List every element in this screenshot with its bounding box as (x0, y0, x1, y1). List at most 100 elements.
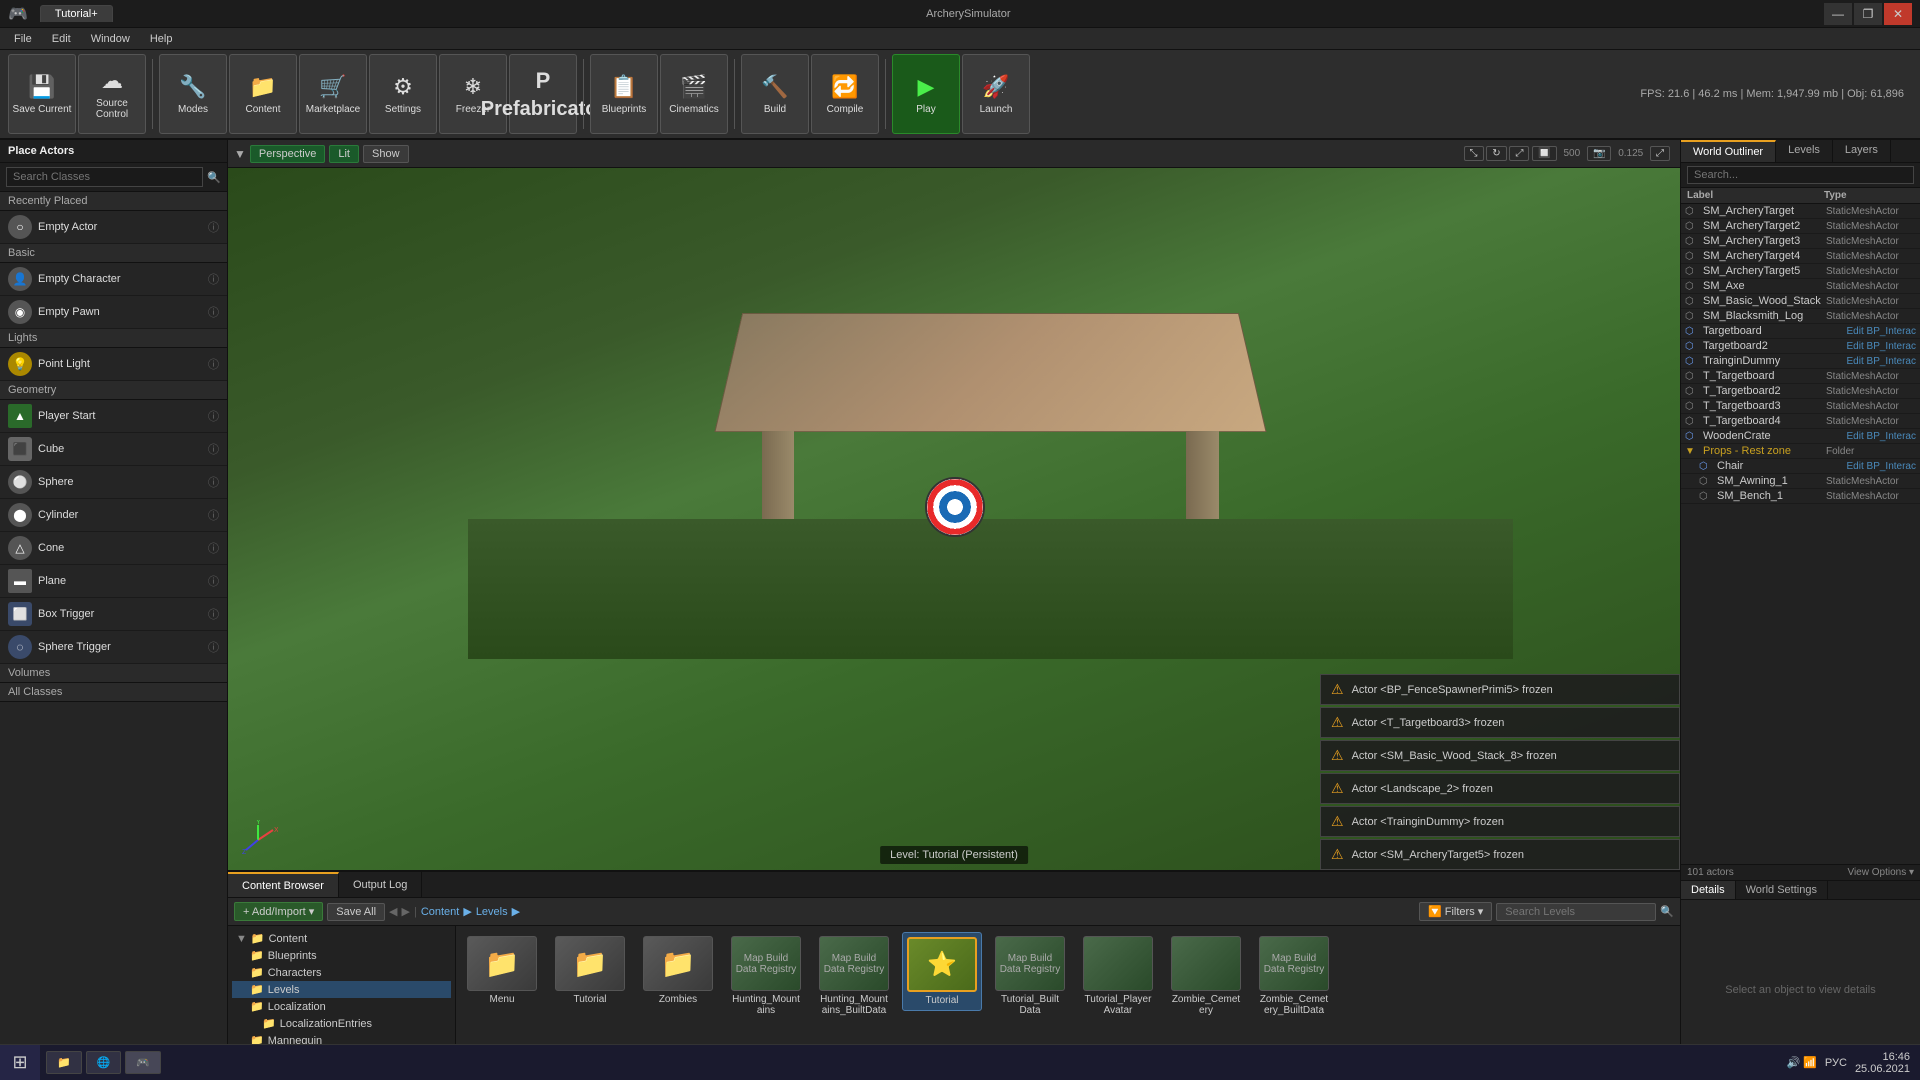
actor-empty-pawn[interactable]: ◉ Empty Pawn ⓘ (0, 296, 227, 329)
marketplace-button[interactable]: 🛒 Marketplace (299, 54, 367, 134)
outliner-targetboard2[interactable]: ⬡ Targetboard2 Edit BP_Interac (1681, 339, 1920, 354)
compile-button[interactable]: 🔁 Compile (811, 54, 879, 134)
actor-empty-actor[interactable]: ○ Empty Actor ⓘ (0, 211, 227, 244)
content-button[interactable]: 📁 Content (229, 54, 297, 134)
tree-localization-entries[interactable]: 📁 LocalizationEntries (232, 1015, 451, 1032)
start-button[interactable]: ⊞ (0, 1045, 40, 1080)
outliner-t-targetboard3[interactable]: ⬡ T_Targetboard3 StaticMeshActor (1681, 399, 1920, 414)
tree-levels[interactable]: 📁 Levels (232, 981, 451, 998)
asset-tutorial-built-data[interactable]: Map BuildData Registry Tutorial_Built Da… (990, 932, 1070, 1020)
asset-zombie-cemetery-builtdata[interactable]: Map BuildData Registry Zombie_Cemetery_B… (1254, 932, 1334, 1020)
tab-output-log[interactable]: Output Log (339, 872, 422, 897)
perspective-button[interactable]: Perspective (250, 145, 325, 163)
actor-box-trigger[interactable]: ⬜ Box Trigger ⓘ (0, 598, 227, 631)
menu-window[interactable]: Window (83, 31, 138, 47)
outliner-chair[interactable]: ⬡ Chair Edit BP_Interac (1681, 459, 1920, 474)
viewport-toggle-icon[interactable]: ▼ (234, 147, 246, 161)
tab-world-outliner[interactable]: World Outliner (1681, 140, 1776, 162)
nav-forward-icon[interactable]: ▶ (401, 905, 409, 918)
outliner-edit-bp[interactable]: Edit BP_Interac (1847, 431, 1916, 442)
build-button[interactable]: 🔨 Build (741, 54, 809, 134)
view-options-button[interactable]: View Options ▾ (1847, 867, 1914, 878)
search-levels-input[interactable] (1496, 903, 1656, 921)
translate-btn[interactable]: ⤡ (1464, 146, 1484, 161)
outliner-sm-archerytarget2[interactable]: ⬡ SM_ArcheryTarget2 StaticMeshActor (1681, 219, 1920, 234)
category-recently-placed[interactable]: Recently Placed (0, 192, 227, 211)
show-button[interactable]: Show (363, 145, 409, 163)
maximize-button[interactable]: ❐ (1854, 3, 1882, 25)
search-classes-input[interactable] (6, 167, 203, 187)
viewport[interactable]: Level: Tutorial (Persistent) X Y Z (228, 168, 1680, 870)
actor-cylinder[interactable]: ⬤ Cylinder ⓘ (0, 499, 227, 532)
source-control-button[interactable]: ☁ Source Control (78, 54, 146, 134)
outliner-sm-archerytarget3[interactable]: ⬡ SM_ArcheryTarget3 StaticMeshActor (1681, 234, 1920, 249)
asset-zombie-cemetery[interactable]: Zombie_Cemetery (1166, 932, 1246, 1020)
save-current-button[interactable]: 💾 Save Current (8, 54, 76, 134)
outliner-label-col[interactable]: Label (1687, 190, 1824, 201)
asset-tutorial-map[interactable]: ⭐ Tutorial (902, 932, 982, 1011)
scale-btn[interactable]: ⤢ (1509, 146, 1529, 161)
asset-tutorial-playeravatar[interactable]: Tutorial_PlayerAvatar (1078, 932, 1158, 1020)
tab-world-settings[interactable]: World Settings (1736, 881, 1828, 899)
breadcrumb-content[interactable]: Content (421, 906, 460, 918)
tab-content-browser[interactable]: Content Browser (228, 872, 339, 897)
outliner-targetboard[interactable]: ⬡ Targetboard Edit BP_Interac (1681, 324, 1920, 339)
outliner-edit-bp[interactable]: Edit BP_Interac (1847, 326, 1916, 337)
tree-content[interactable]: ▼ 📁 Content (232, 930, 451, 947)
tree-blueprints[interactable]: 📁 Blueprints (232, 947, 451, 964)
outliner-sm-awning-1[interactable]: ⬡ SM_Awning_1 StaticMeshActor (1681, 474, 1920, 489)
tab-levels[interactable]: Levels (1776, 140, 1833, 162)
outliner-sm-bench-1[interactable]: ⬡ SM_Bench_1 StaticMeshActor (1681, 489, 1920, 504)
outliner-edit-bp[interactable]: Edit BP_Interac (1847, 356, 1916, 367)
asset-hunting-mountains-builtdata[interactable]: Map BuildData Registry Hunting_Mountains… (814, 932, 894, 1020)
nav-back-icon[interactable]: ◀ (389, 905, 397, 918)
taskbar-explorer[interactable]: 📁 (46, 1051, 82, 1074)
outliner-sm-archerytarget[interactable]: ⬡ SM_ArcheryTarget StaticMeshActor (1681, 204, 1920, 219)
outliner-sm-axe[interactable]: ⬡ SM_Axe StaticMeshActor (1681, 279, 1920, 294)
app-tab[interactable]: Tutorial+ (40, 5, 113, 22)
minimize-button[interactable]: — (1824, 3, 1852, 25)
asset-hunting-mountains[interactable]: Map BuildData Registry Hunting_Mountains (726, 932, 806, 1020)
outliner-sm-archerytarget5[interactable]: ⬡ SM_ArcheryTarget5 StaticMeshActor (1681, 264, 1920, 279)
save-all-button[interactable]: Save All (327, 903, 385, 921)
outliner-sm-blacksmith-log[interactable]: ⬡ SM_Blacksmith_Log StaticMeshActor (1681, 309, 1920, 324)
actor-sphere-trigger[interactable]: ◌ Sphere Trigger ⓘ (0, 631, 227, 664)
play-button[interactable]: ▶ Play (892, 54, 960, 134)
outliner-search-input[interactable] (1687, 166, 1914, 184)
freezer-button[interactable]: ❄ Freezer (439, 54, 507, 134)
blueprints-button[interactable]: 📋 Blueprints (590, 54, 658, 134)
menu-help[interactable]: Help (142, 31, 181, 47)
outliner-sm-archerytarget4[interactable]: ⬡ SM_ArcheryTarget4 StaticMeshActor (1681, 249, 1920, 264)
actor-player-start[interactable]: ▲ Player Start ⓘ (0, 400, 227, 433)
filters-button[interactable]: 🔽 Filters ▾ (1419, 902, 1492, 921)
taskbar-unreal[interactable]: 🎮 (125, 1051, 161, 1074)
category-volumes[interactable]: Volumes (0, 664, 227, 683)
outliner-edit-bp[interactable]: Edit BP_Interac (1847, 461, 1916, 472)
menu-edit[interactable]: Edit (44, 31, 79, 47)
outliner-edit-bp[interactable]: Edit BP_Interac (1847, 341, 1916, 352)
add-import-button[interactable]: + Add/Import ▾ (234, 902, 323, 921)
menu-file[interactable]: File (6, 31, 40, 47)
maximize-viewport-btn[interactable]: ⤢ (1650, 146, 1670, 161)
lit-button[interactable]: Lit (329, 145, 359, 163)
actor-sphere[interactable]: ⚪ Sphere ⓘ (0, 466, 227, 499)
outliner-woodencrate[interactable]: ⬡ WoodenCrate Edit BP_Interac (1681, 429, 1920, 444)
close-button[interactable]: ✕ (1884, 3, 1912, 25)
taskbar-chrome[interactable]: 🌐 (86, 1051, 122, 1074)
launch-button[interactable]: 🚀 Launch (962, 54, 1030, 134)
settings-button[interactable]: ⚙ Settings (369, 54, 437, 134)
tab-layers[interactable]: Layers (1833, 140, 1891, 162)
modes-button[interactable]: 🔧 Modes (159, 54, 227, 134)
outliner-props-rest-zone[interactable]: ▼ Props - Rest zone Folder (1681, 444, 1920, 459)
asset-zombies[interactable]: 📁 Zombies (638, 932, 718, 1009)
category-basic[interactable]: Basic (0, 244, 227, 263)
actor-point-light[interactable]: 💡 Point Light ⓘ (0, 348, 227, 381)
tab-details[interactable]: Details (1681, 881, 1736, 899)
prefabricator-button[interactable]: P Prefabricator (509, 54, 577, 134)
actor-cube[interactable]: ⬛ Cube ⓘ (0, 433, 227, 466)
rotate-btn[interactable]: ↻ (1486, 146, 1506, 161)
outliner-type-col[interactable]: Type (1824, 190, 1914, 201)
actor-plane[interactable]: ▬ Plane ⓘ (0, 565, 227, 598)
outliner-traingindummy[interactable]: ⬡ TrainginDummy Edit BP_Interac (1681, 354, 1920, 369)
asset-menu[interactable]: 📁 Menu (462, 932, 542, 1009)
